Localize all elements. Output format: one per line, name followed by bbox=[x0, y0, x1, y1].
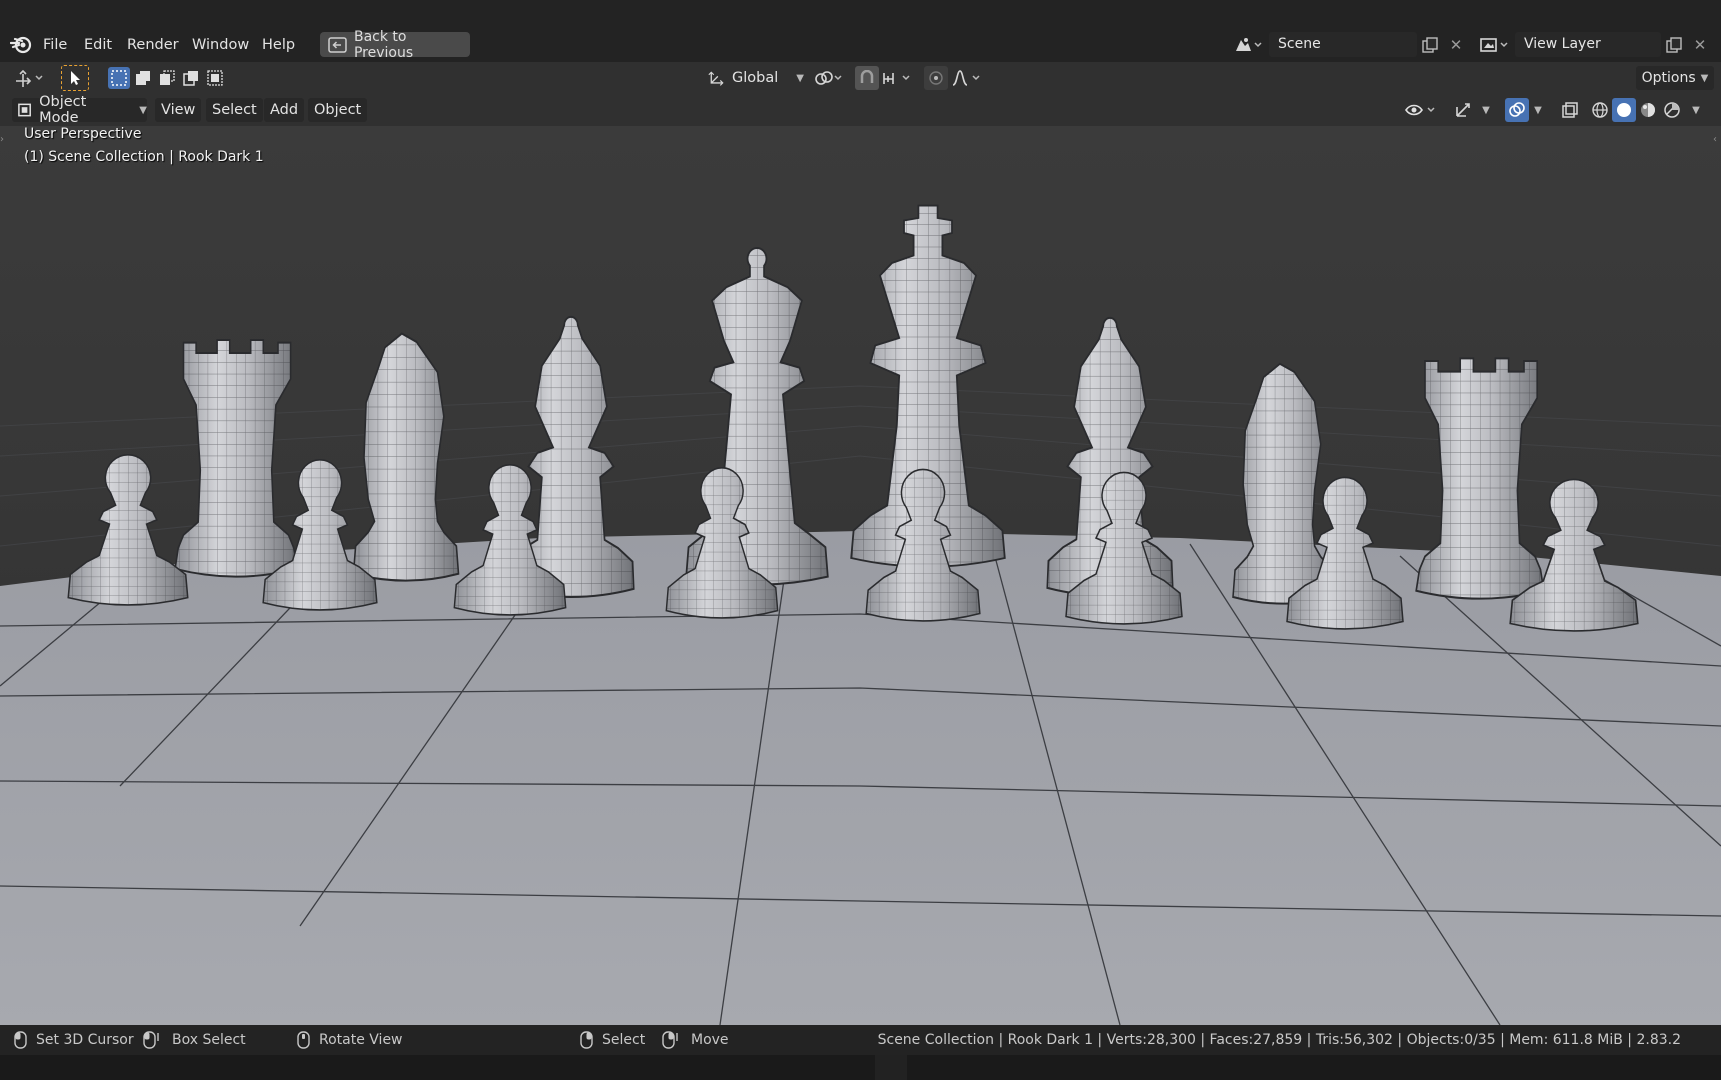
mouse-middle-icon bbox=[297, 1031, 310, 1049]
menu-window[interactable]: Window bbox=[190, 34, 251, 56]
back-arrow-icon bbox=[328, 36, 347, 53]
viewport-header: Object Mode ▼ View Select Add Object ▼ ▼ bbox=[0, 94, 1721, 126]
3d-viewport[interactable]: User Perspective (1) Scene Collection | … bbox=[0, 126, 1721, 1025]
solid-shading-icon[interactable] bbox=[1612, 98, 1636, 122]
material-shading-icon[interactable] bbox=[1636, 98, 1660, 122]
status-box-select: Box Select bbox=[143, 1025, 246, 1055]
delete-scene-icon[interactable]: ✕ bbox=[1443, 32, 1469, 57]
mouse-left-icon bbox=[14, 1031, 27, 1049]
object-mode-icon bbox=[18, 103, 31, 117]
gizmo-toggle-icon[interactable] bbox=[1451, 98, 1475, 122]
transform-tool-icon[interactable] bbox=[12, 66, 48, 90]
rendered-shading-icon[interactable] bbox=[1660, 98, 1684, 122]
menu-file[interactable]: File bbox=[41, 34, 69, 56]
select-tool-icon[interactable] bbox=[61, 65, 89, 91]
shading-dropdown-icon[interactable]: ▼ bbox=[1688, 98, 1704, 122]
wireframe-shading-icon[interactable] bbox=[1588, 98, 1612, 122]
menu-object[interactable]: Object bbox=[308, 98, 368, 122]
menu-select[interactable]: Select bbox=[206, 98, 263, 122]
box-select-subtract-icon[interactable] bbox=[156, 67, 178, 89]
sidebar-expand-icon[interactable]: ‹ bbox=[1713, 134, 1721, 148]
status-move: Move bbox=[662, 1025, 729, 1055]
status-move-label: Move bbox=[691, 1032, 729, 1048]
mouse-right-drag-icon bbox=[662, 1031, 678, 1049]
menu-edit[interactable]: Edit bbox=[82, 34, 114, 56]
pivot-point-icon[interactable] bbox=[812, 66, 846, 90]
scene-name-field[interactable]: Scene bbox=[1269, 32, 1417, 57]
visibility-icon[interactable] bbox=[1403, 98, 1441, 122]
view-layer-name-field[interactable]: View Layer bbox=[1515, 32, 1661, 57]
options-label: Options bbox=[1641, 70, 1696, 86]
chess-scene-render[interactable] bbox=[0, 126, 1721, 1025]
xray-toggle-icon[interactable] bbox=[1558, 98, 1582, 122]
menu-add[interactable]: Add bbox=[264, 98, 305, 122]
mouse-right-icon bbox=[580, 1031, 593, 1049]
viewport-view-name: User Perspective bbox=[24, 126, 142, 142]
box-select-extend-icon[interactable] bbox=[132, 67, 154, 89]
proportional-edit-icon[interactable] bbox=[924, 66, 948, 90]
delete-view-layer-icon[interactable]: ✕ bbox=[1687, 32, 1713, 57]
blender-logo-icon[interactable] bbox=[10, 34, 32, 54]
status-bar: Set 3D Cursor Box Select Rotate View Sel… bbox=[0, 1025, 1721, 1055]
menu-view[interactable]: View bbox=[155, 98, 202, 122]
overlay-dropdown-icon[interactable]: ▼ bbox=[1530, 98, 1546, 122]
options-dropdown[interactable]: Options ▼ bbox=[1636, 66, 1714, 90]
area-divider[interactable] bbox=[875, 1055, 907, 1080]
status-rotate-view-label: Rotate View bbox=[319, 1032, 403, 1048]
menu-render[interactable]: Render bbox=[125, 34, 181, 56]
toolbar-expand-icon[interactable]: › bbox=[0, 134, 8, 148]
status-select: Select bbox=[580, 1025, 645, 1055]
back-to-previous-label: Back to Previous bbox=[353, 28, 414, 61]
new-view-layer-icon[interactable] bbox=[1661, 32, 1687, 57]
status-select-label: Select bbox=[602, 1032, 646, 1048]
tool-settings-header: Global ▼ Options ▼ bbox=[0, 62, 1721, 94]
scene-statistics: Scene Collection | Rook Dark 1 | Verts:2… bbox=[877, 1032, 1681, 1048]
top-menu-bar: File Edit Render Window Help Back to Pre… bbox=[0, 0, 1721, 62]
box-select-new-icon[interactable] bbox=[108, 67, 130, 89]
status-set-3d-cursor-label: Set 3D Cursor bbox=[36, 1032, 134, 1048]
box-select-intersect-icon[interactable] bbox=[204, 67, 226, 89]
bottom-edge-strip bbox=[0, 1055, 1721, 1080]
status-rotate-view: Rotate View bbox=[297, 1025, 403, 1055]
overlay-toggle-icon[interactable] bbox=[1505, 98, 1529, 122]
back-to-previous-button[interactable]: Back to Previous bbox=[320, 29, 470, 61]
view-layer-icon[interactable] bbox=[1473, 32, 1515, 57]
viewport-collection-info: (1) Scene Collection | Rook Dark 1 bbox=[24, 149, 264, 165]
mode-dropdown[interactable]: Object Mode ▼ bbox=[12, 94, 147, 126]
proportional-falloff-icon[interactable] bbox=[950, 66, 986, 90]
new-scene-icon[interactable] bbox=[1417, 32, 1443, 57]
menu-help[interactable]: Help bbox=[260, 34, 297, 56]
status-set-3d-cursor: Set 3D Cursor bbox=[14, 1025, 134, 1055]
box-select-invert-icon[interactable] bbox=[180, 67, 202, 89]
orientation-label: Global bbox=[732, 70, 779, 86]
mouse-drag-icon bbox=[143, 1031, 159, 1049]
transform-orientation-dropdown[interactable]: Global ▼ bbox=[704, 66, 804, 90]
status-box-select-label: Box Select bbox=[172, 1032, 246, 1048]
scene-icon[interactable] bbox=[1227, 32, 1269, 57]
gizmo-dropdown-icon[interactable]: ▼ bbox=[1478, 98, 1494, 122]
orientation-icon bbox=[708, 71, 724, 86]
scene-selector[interactable]: Scene ✕ bbox=[1227, 32, 1469, 57]
mode-label: Object Mode bbox=[39, 94, 87, 126]
view-layer-selector[interactable]: View Layer ✕ bbox=[1473, 32, 1713, 57]
snap-toggle-icon[interactable] bbox=[855, 66, 879, 90]
snap-target-icon[interactable] bbox=[880, 66, 916, 90]
